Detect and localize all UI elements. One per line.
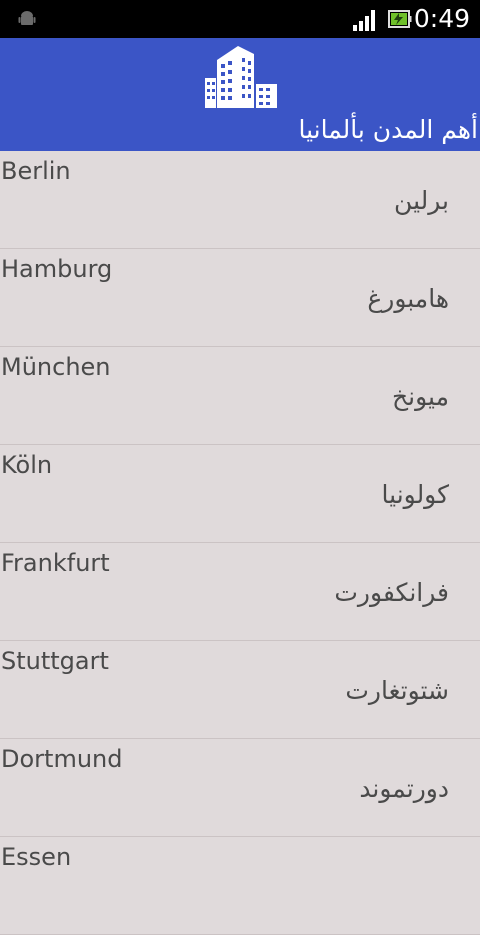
list-item[interactable]: Essen (0, 837, 480, 935)
city-name-ar: شتوتغارت (345, 676, 449, 705)
city-name-en: Stuttgart (1, 647, 109, 675)
battery-charging-icon (388, 10, 412, 28)
list-item[interactable]: München ميونخ (0, 347, 480, 445)
clock-text: 0:49 (413, 4, 470, 33)
signal-icon (353, 10, 375, 31)
city-name-ar: ميونخ (392, 382, 449, 411)
list-item[interactable]: Berlin برلين (0, 151, 480, 249)
city-name-en: Köln (1, 451, 53, 479)
city-name-en: Frankfurt (1, 549, 110, 577)
list-item[interactable]: Dortmund دورتموند (0, 739, 480, 837)
city-name-ar: هامبورغ (367, 284, 449, 313)
app-header: أهم المدن بألمانيا (0, 38, 480, 151)
city-name-ar: برلين (394, 186, 449, 215)
city-name-en: Hamburg (1, 255, 113, 283)
list-item[interactable]: Köln كولونيا (0, 445, 480, 543)
city-name-en: Berlin (1, 157, 71, 185)
page-title: أهم المدن بألمانيا (298, 115, 478, 144)
city-name-en: Essen (1, 843, 72, 871)
buildings-icon (205, 46, 277, 108)
city-list: Berlin برلين Hamburg هامبورغ München ميو… (0, 151, 480, 935)
android-debug-icon (18, 11, 36, 25)
status-bar: 0:49 (0, 0, 480, 38)
city-name-ar: كولونيا (381, 480, 449, 509)
city-name-ar: فرانكفورت (334, 578, 449, 607)
list-item[interactable]: Hamburg هامبورغ (0, 249, 480, 347)
city-name-en: München (1, 353, 111, 381)
list-item[interactable]: Stuttgart شتوتغارت (0, 641, 480, 739)
list-item[interactable]: Frankfurt فرانكفورت (0, 543, 480, 641)
city-name-ar: دورتموند (359, 774, 449, 803)
city-name-en: Dortmund (1, 745, 123, 773)
